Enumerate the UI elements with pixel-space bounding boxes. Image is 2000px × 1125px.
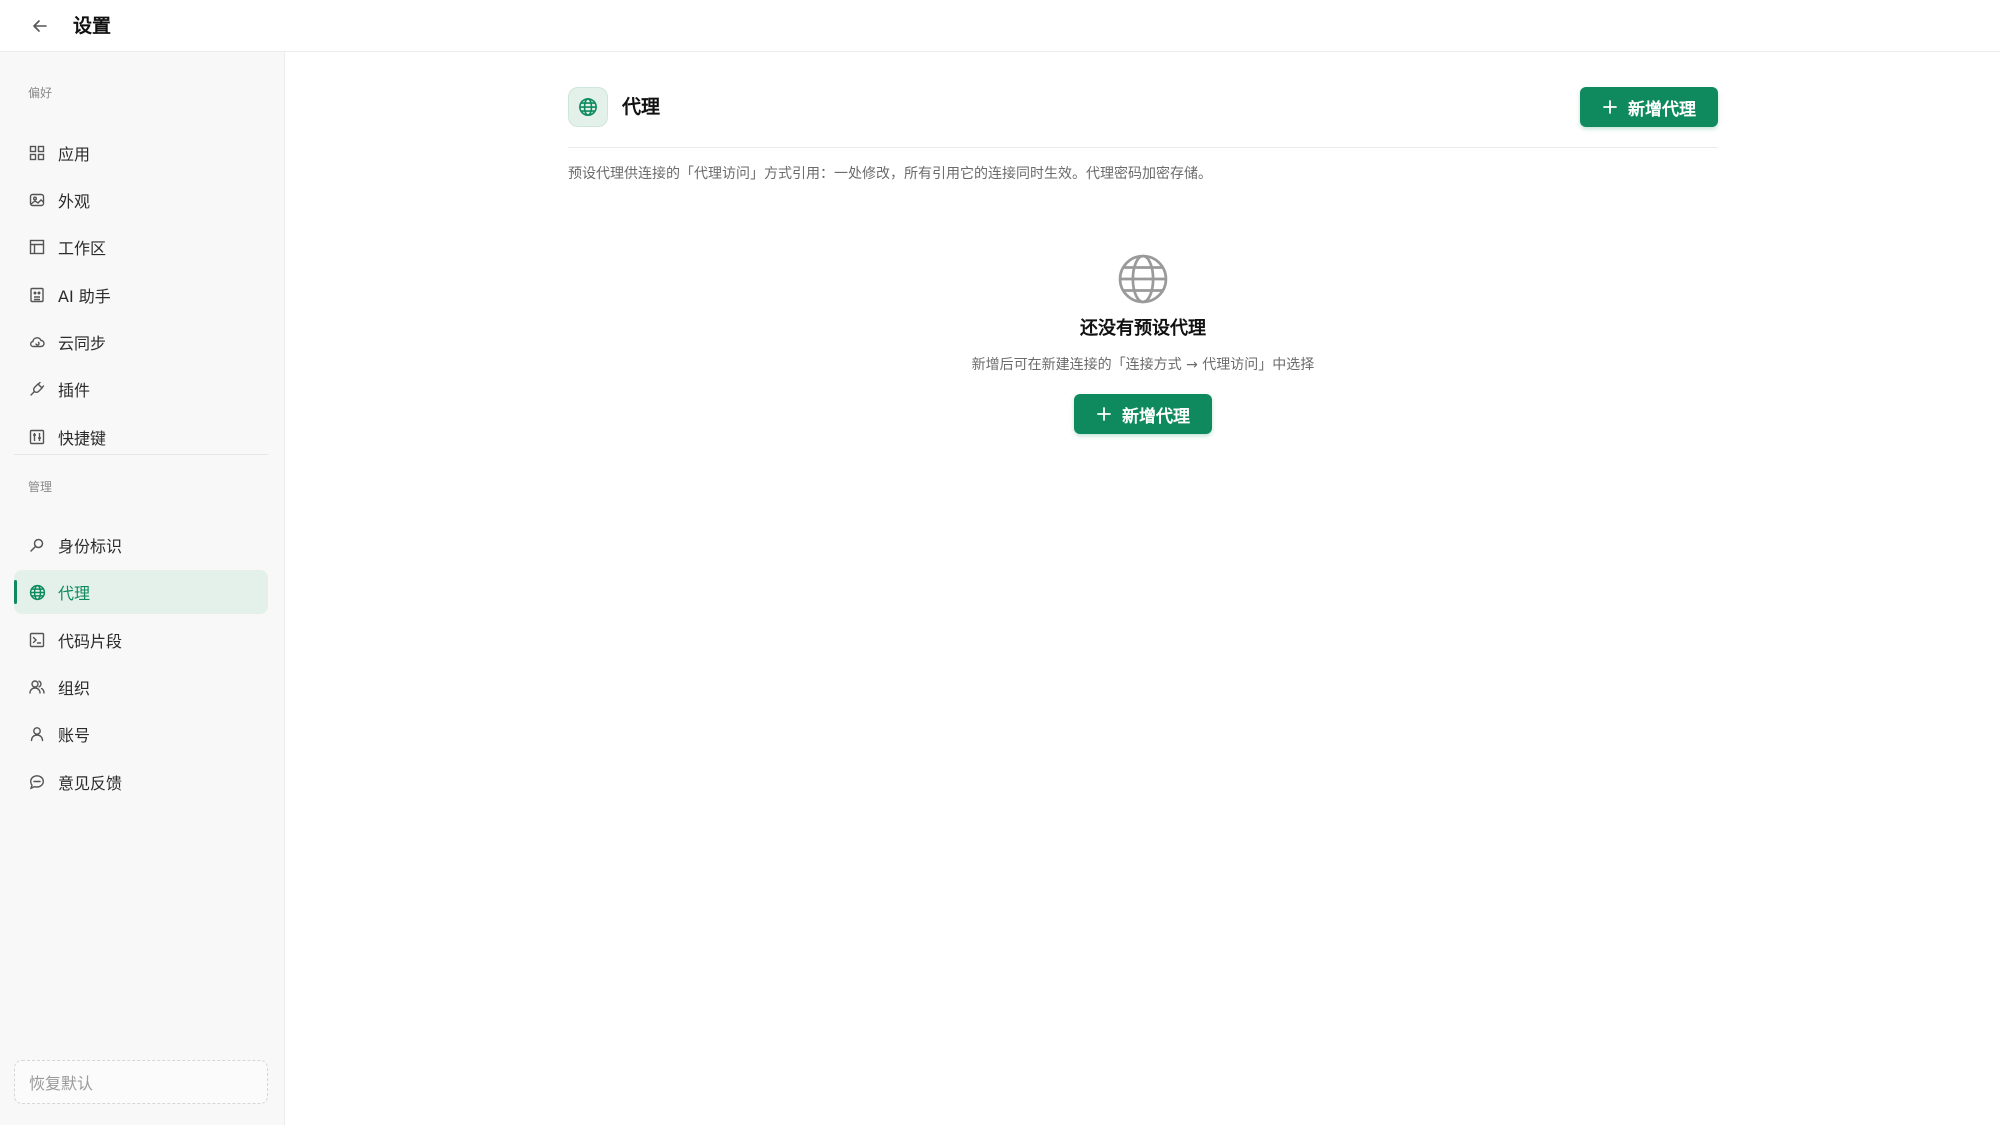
page-title: 设置 <box>73 15 112 37</box>
sidebar-item-label: 账号 <box>58 726 91 745</box>
sidebar-item-label: 外观 <box>58 192 91 211</box>
user-icon <box>28 725 46 743</box>
sidebar-item-label: 云同步 <box>58 334 107 353</box>
sidebar-item-shortcuts[interactable]: 快捷键 <box>14 415 268 459</box>
keyboard-icon <box>28 428 46 446</box>
cloud-sync-icon <box>28 333 46 351</box>
add-proxy-button[interactable]: 新增代理 <box>1580 87 1718 127</box>
group-label-management: 管理 <box>28 480 53 494</box>
title-bar: 设置 <box>0 0 2000 52</box>
layout-icon <box>28 238 46 256</box>
message-icon <box>28 773 46 791</box>
add-proxy-button-label: 新增代理 <box>1628 99 1696 120</box>
sidebar-item-label: 应用 <box>58 145 91 164</box>
restore-defaults-button[interactable]: 恢复默认 <box>14 1060 268 1104</box>
sidebar-item-identities[interactable]: 身份标识 <box>14 523 268 567</box>
sidebar-divider <box>14 454 268 455</box>
sidebar-item-label: 组织 <box>58 679 91 698</box>
main-content: 代理 新增代理 预设代理供连接的「代理访问」方式引用：一处修改，所有引用它的连接… <box>286 52 2000 1125</box>
sidebar-item-label: 意见反馈 <box>58 774 123 793</box>
empty-state: 还没有预设代理 新增后可在新建连接的「连接方式 → 代理访问」中选择 新增代理 <box>568 252 1718 434</box>
sidebar-item-label: AI 助手 <box>58 287 111 306</box>
sidebar-item-appearance[interactable]: 外观 <box>14 178 268 222</box>
arrow-left-icon <box>33 20 47 32</box>
image-icon <box>28 191 46 209</box>
sidebar-item-feedback[interactable]: 意见反馈 <box>14 760 268 804</box>
empty-state-subtitle: 新增后可在新建连接的「连接方式 → 代理访问」中选择 <box>971 357 1315 373</box>
plug-icon <box>28 380 46 398</box>
section-header: 代理 <box>568 87 1718 148</box>
empty-add-proxy-button-label: 新增代理 <box>1122 406 1190 427</box>
globe-icon <box>28 583 46 601</box>
sidebar-item-plugins[interactable]: 插件 <box>14 367 268 411</box>
users-icon <box>28 678 46 696</box>
sidebar-item-organization[interactable]: 组织 <box>14 665 268 709</box>
section-title: 代理 <box>622 96 661 118</box>
plus-icon <box>1602 99 1618 115</box>
sidebar: 偏好 应用 外观 工作区 AI 助手 云同步 插件 快捷键 管理 身份标识 代理… <box>0 52 285 1125</box>
sidebar-item-label: 身份标识 <box>58 537 123 556</box>
sidebar-item-proxy[interactable]: 代理 <box>14 570 268 614</box>
sidebar-item-account[interactable]: 账号 <box>14 712 268 756</box>
sidebar-item-label: 快捷键 <box>58 429 107 448</box>
sidebar-item-ai-assistant[interactable]: AI 助手 <box>14 273 268 317</box>
sidebar-item-label: 插件 <box>58 381 91 400</box>
plus-icon <box>1096 406 1112 422</box>
bot-icon <box>28 286 46 304</box>
back-button[interactable] <box>27 13 53 39</box>
group-label-preferences: 偏好 <box>28 86 53 100</box>
globe-icon <box>568 252 1718 306</box>
section-description: 预设代理供连接的「代理访问」方式引用：一处修改，所有引用它的连接同时生效。代理密… <box>568 166 1212 182</box>
sidebar-item-label: 代码片段 <box>58 632 123 651</box>
terminal-icon <box>28 631 46 649</box>
empty-add-proxy-button[interactable]: 新增代理 <box>1074 394 1212 434</box>
key-icon <box>28 536 46 554</box>
sidebar-item-cloud-sync[interactable]: 云同步 <box>14 320 268 364</box>
sidebar-item-label: 代理 <box>58 584 91 603</box>
grid-icon <box>28 144 46 162</box>
sidebar-item-app[interactable]: 应用 <box>14 131 268 175</box>
sidebar-item-snippets[interactable]: 代码片段 <box>14 618 268 662</box>
sidebar-item-label: 工作区 <box>58 239 107 258</box>
empty-state-title: 还没有预设代理 <box>1080 318 1206 339</box>
sidebar-item-workspace[interactable]: 工作区 <box>14 225 268 269</box>
globe-icon <box>568 87 608 127</box>
